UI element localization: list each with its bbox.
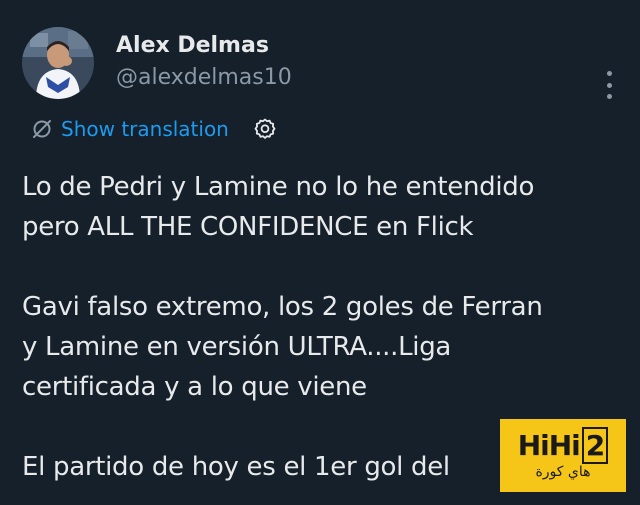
tweet-line: Lo de Pedri y Lamine no lo he entendido <box>22 172 535 202</box>
watermark-logo: HiHi 2 هاي كورة <box>500 419 626 492</box>
watermark-text-en: HiHi 2 <box>518 426 609 464</box>
author-info: Alex Delmas @alexdelmas10 <box>116 33 292 91</box>
show-translation-link[interactable]: Show translation <box>31 116 229 142</box>
tweet-header: Alex Delmas @alexdelmas10 <box>22 27 640 107</box>
tweet-line: certificada y a lo que viene <box>22 372 367 402</box>
watermark-text-ar: هاي كورة <box>535 463 591 480</box>
tweet-paragraph-1: Lo de Pedri y Lamine no lo he entendido … <box>22 167 622 247</box>
gear-icon[interactable] <box>253 117 277 141</box>
author-display-name[interactable]: Alex Delmas <box>116 33 292 59</box>
avatar-photo <box>22 27 94 99</box>
translate-row: Show translation <box>31 115 277 143</box>
show-translation-label: Show translation <box>61 117 229 141</box>
more-options-icon[interactable] <box>602 71 616 99</box>
tweet-line: pero ALL THE CONFIDENCE en Flick <box>22 212 474 242</box>
tweet-card: Alex Delmas @alexdelmas10 Show translati… <box>0 0 640 505</box>
tweet-paragraph-2: Gavi falso extremo, los 2 goles de Ferra… <box>22 287 622 407</box>
author-handle[interactable]: @alexdelmas10 <box>116 65 292 91</box>
tweet-line: y Lamine en versión ULTRA....Liga <box>22 332 452 362</box>
avatar[interactable] <box>22 27 94 99</box>
tweet-line: Gavi falso extremo, los 2 goles de Ferra… <box>22 292 543 322</box>
translate-icon <box>33 120 51 138</box>
